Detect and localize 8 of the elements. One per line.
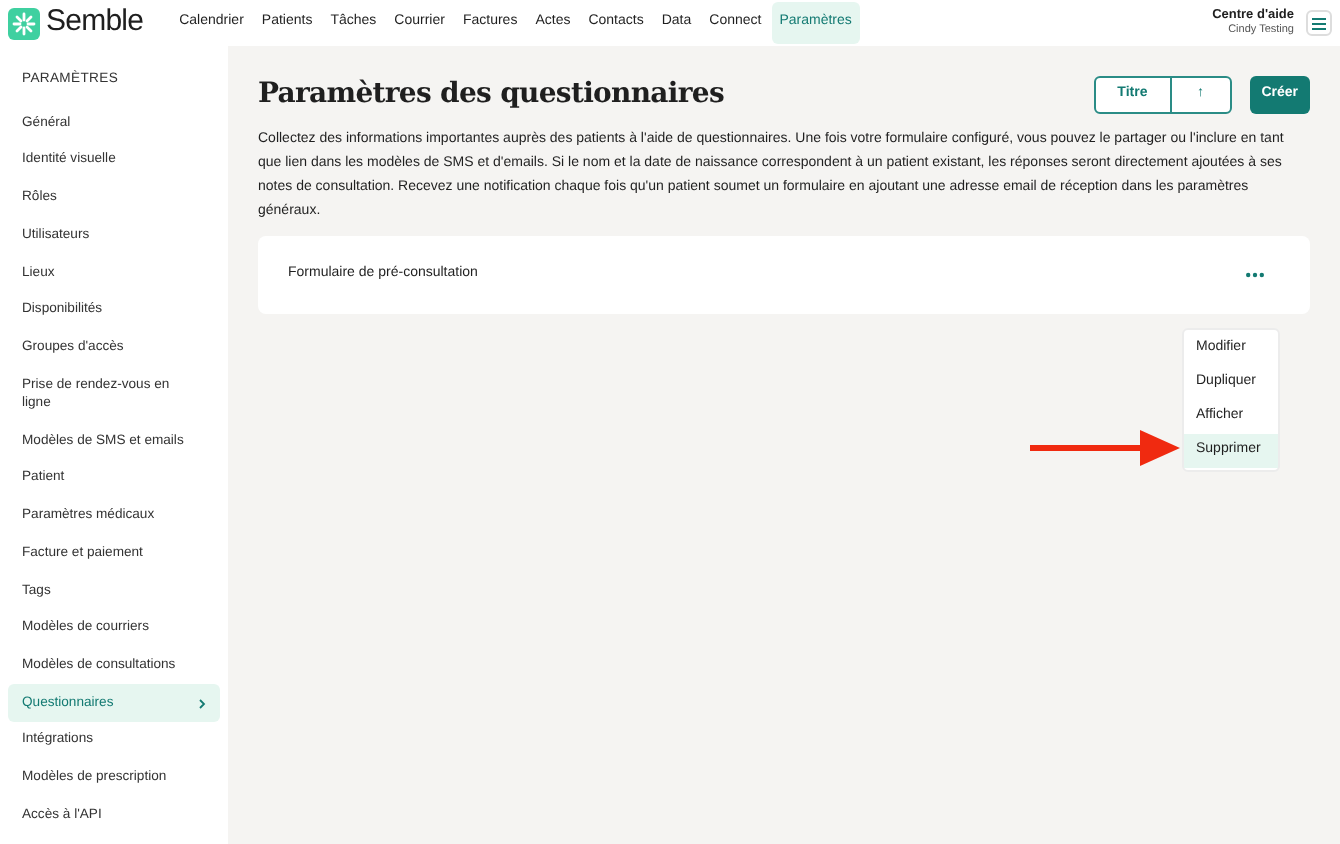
menu-button[interactable] — [1306, 10, 1332, 36]
page-title: Paramètres des questionnaires — [258, 75, 724, 113]
chevron-icon — [198, 697, 206, 710]
more-icon — [1245, 272, 1263, 278]
menu-icon — [1312, 17, 1326, 29]
logo-text: Semble — [46, 2, 144, 43]
logo-icon — [8, 7, 40, 39]
more-button[interactable] — [1242, 267, 1266, 283]
